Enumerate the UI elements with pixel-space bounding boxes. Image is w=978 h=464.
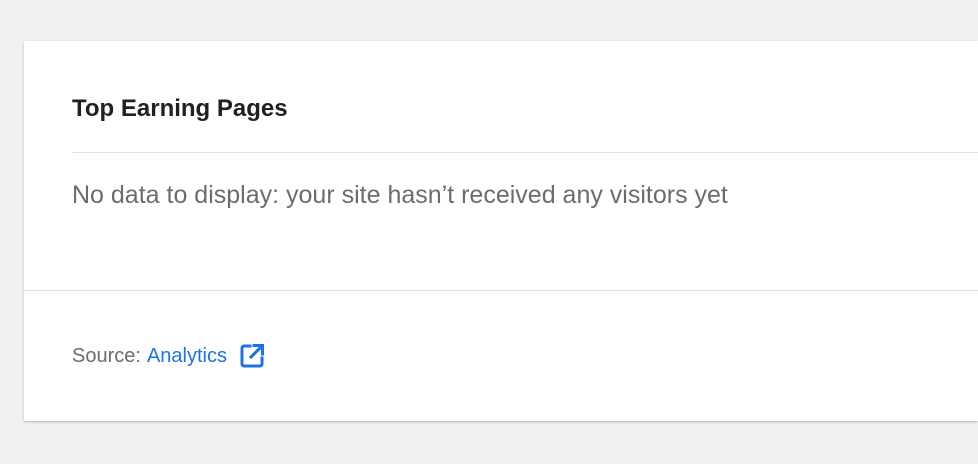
card-footer: Source: Analytics bbox=[24, 290, 978, 421]
empty-state-message: No data to display: your site hasn’t rec… bbox=[72, 181, 728, 209]
analytics-link-label: Analytics bbox=[146, 345, 227, 367]
card-body: No data to display: your site hasn’t rec… bbox=[72, 153, 978, 290]
external-link-icon bbox=[239, 343, 265, 369]
source-prefix: Source: bbox=[72, 345, 141, 367]
card-header: Top Earning Pages bbox=[72, 41, 978, 153]
card-title: Top Earning Pages bbox=[72, 95, 288, 122]
top-earning-pages-card: Top Earning Pages No data to display: yo… bbox=[24, 41, 978, 421]
source-line: Source: Analytics bbox=[72, 342, 265, 370]
analytics-source-link[interactable]: Analytics bbox=[147, 342, 265, 370]
